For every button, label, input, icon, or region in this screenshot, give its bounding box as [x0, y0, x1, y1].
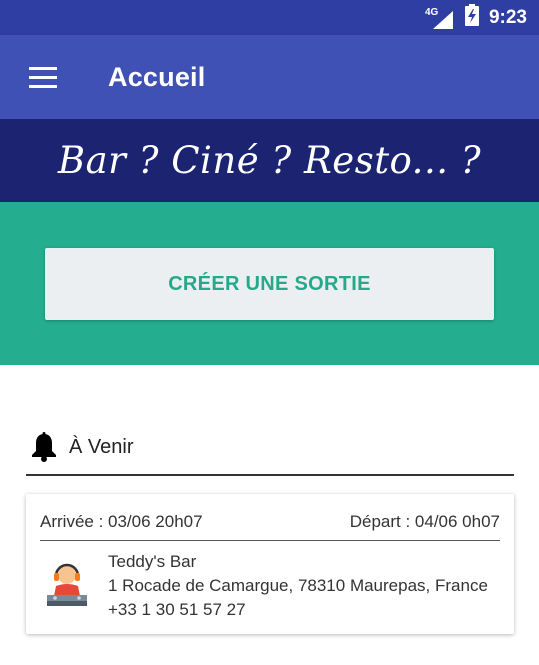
divider: [40, 540, 500, 541]
app-bar: Accueil: [0, 35, 539, 119]
signal-icon: [432, 10, 453, 29]
banner-text: Bar ? Ciné ? Resto... ?: [57, 139, 482, 182]
upcoming-title: À Venir: [69, 435, 134, 458]
venue-address: 1 Rocade de Camargue, 78310 Maurepas, Fr…: [108, 576, 488, 595]
upcoming-section-header: À Venir: [26, 420, 514, 476]
venue-phone: +33 1 30 51 57 27: [108, 600, 246, 619]
page-title: Accueil: [108, 61, 206, 92]
action-area: CRÉER UNE SORTIE: [0, 202, 539, 365]
network-indicator: 4G: [425, 7, 453, 29]
bar-dj-icon: [44, 562, 90, 608]
battery-charging-icon: [464, 4, 479, 31]
create-outing-button[interactable]: CRÉER UNE SORTIE: [45, 248, 494, 320]
departure-time: Départ : 04/06 0h07: [349, 512, 500, 531]
status-bar: 4G 9:23: [0, 0, 539, 35]
bell-icon: [28, 431, 60, 463]
arrival-time: Arrivée : 03/06 20h07: [40, 512, 203, 531]
clock: 9:23: [488, 6, 527, 28]
venue-name: Teddy's Bar: [108, 552, 197, 571]
event-card[interactable]: Arrivée : 03/06 20h07 Départ : 04/06 0h0…: [26, 494, 514, 634]
menu-icon[interactable]: [14, 48, 72, 106]
event-times: Arrivée : 03/06 20h07 Départ : 04/06 0h0…: [40, 512, 500, 534]
banner: Bar ? Ciné ? Resto... ?: [0, 119, 539, 202]
venue-info: Teddy's Bar 1 Rocade de Camargue, 78310 …: [108, 550, 488, 622]
